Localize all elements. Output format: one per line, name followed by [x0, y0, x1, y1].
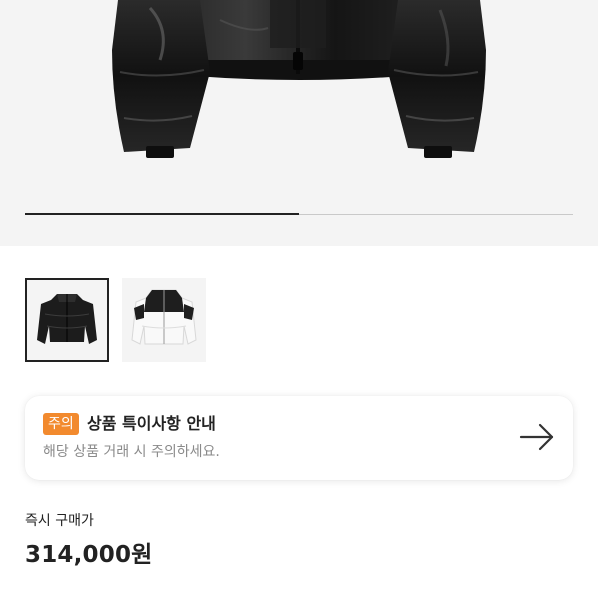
arrow-right-icon[interactable]	[519, 421, 555, 453]
thumbnail-list	[25, 278, 206, 362]
thumbnail-white-jacket[interactable]	[122, 278, 206, 362]
instant-buy-price-label: 즉시 구매가	[25, 513, 94, 529]
black-jacket-thumbnail-icon	[37, 294, 97, 344]
notice-title: 상품 특이사항 안내	[87, 414, 216, 433]
instant-buy-price-value: 314,000원	[25, 542, 153, 568]
product-notice-card[interactable]: 주의 상품 특이사항 안내 해당 상품 거래 시 주의하세요.	[25, 396, 573, 480]
notice-description: 해당 상품 거래 시 주의하세요.	[43, 444, 220, 460]
gallery-progress-fill	[25, 213, 299, 215]
gallery-progress-track	[25, 213, 573, 215]
product-detail-page: 주의 상품 특이사항 안내 해당 상품 거래 시 주의하세요. 즉시 구매가 3…	[0, 0, 598, 598]
caution-badge: 주의	[43, 413, 79, 435]
product-hero-image[interactable]	[0, 0, 598, 246]
thumbnail-black-jacket[interactable]	[25, 278, 109, 362]
jacket-image	[112, 0, 486, 158]
white-jacket-thumbnail-icon	[131, 289, 197, 345]
